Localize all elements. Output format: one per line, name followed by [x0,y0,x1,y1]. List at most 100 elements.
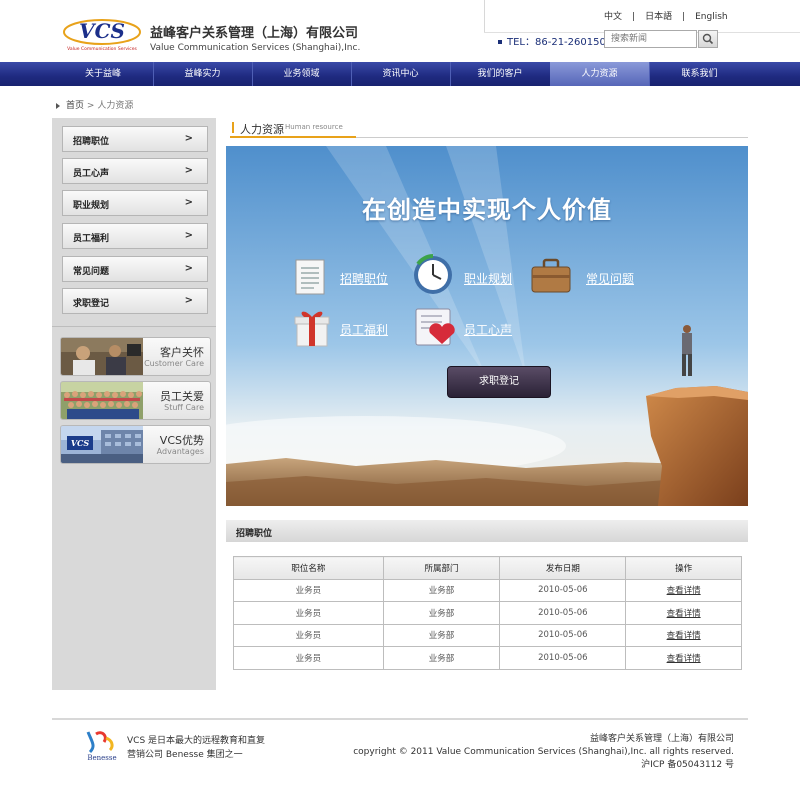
banner-link-benefits[interactable]: 员工福利 [340,321,388,338]
chevron-right-icon: > [184,197,193,208]
company-name-en: Value Communication Services (Shanghai),… [150,43,361,53]
nav-about[interactable]: 关于益峰 [53,62,153,86]
sidebar-item-label: 员工心声 [73,169,110,179]
jobs-table: 职位名称 所属部门 发布日期 操作 业务员 业务部 2010-05-06 查看详… [233,556,742,670]
staff-group-photo [61,382,143,419]
section-title: 人力资源 Human resource [230,118,748,138]
cell-position: 业务员 [233,601,384,625]
banner-link-voice[interactable]: 员工心声 [464,321,512,338]
lang-english[interactable]: English [695,12,728,22]
sidebar: 招聘职位 > 员工心声 > 职业规划 > 员工福利 > 常见问题 > 求职登记 > 客户关怀… [52,118,216,690]
cell-date: 2010-05-06 [499,646,627,670]
company-name-cn: 益峰客户关系管理（上海）有限公司 [150,26,359,41]
card-title: 客户关怀 [160,346,204,359]
vcs-logo[interactable]: VCS Value Communication Services [62,14,142,52]
cell-date: 2010-05-06 [499,578,627,602]
cell-action: 查看详情 [625,646,742,670]
footer-icp[interactable]: 沪ICP 备05043112 号 [353,759,734,772]
sidebar-item-apply[interactable]: 求职登记 > [62,288,208,314]
lang-japanese[interactable]: 日本語 [645,9,672,22]
view-details-link[interactable]: 查看详情 [667,609,701,619]
view-details-link[interactable]: 查看详情 [667,586,701,596]
banner-headline: 在创造中实现个人价值 [362,196,612,224]
card-title: VCS优势 [159,434,204,447]
search-box [604,30,718,48]
footer-copyright-text: copyright © 2011 Value Communication Ser… [353,747,734,757]
telephone-text: TEL：86-21-26015000 [507,37,619,48]
svg-text:VCS: VCS [71,438,90,448]
sidebar-item-faq[interactable]: 常见问题 > [62,256,208,282]
benesse-logo: Benesse [86,731,117,762]
card-title: 员工关爱 [160,390,204,403]
sidebar-item-benefits[interactable]: 员工福利 > [62,223,208,249]
card-vcs-advantages[interactable]: VCS VCS优势 Advantages [60,425,211,464]
cell-action: 查看详情 [625,623,742,647]
jobs-header: 招聘职位 [226,520,748,542]
sidebar-item-career-plan[interactable]: 职业规划 > [62,190,208,216]
footer-about-line2: 营销公司 Benesse 集团之一 [127,750,243,760]
table-row: 业务员 业务部 2010-05-06 查看详情 [233,578,742,602]
cell-action: 查看详情 [625,578,742,602]
banner-link-faq[interactable]: 常见问题 [586,270,634,287]
card-staff-care[interactable]: 员工关爱 Stuff Care [60,381,211,420]
table-row: 业务员 业务部 2010-05-06 查看详情 [233,601,742,625]
language-switcher: 中文 | 日本語 | English [604,9,728,22]
heart-form-icon [415,308,455,346]
cell-department: 业务部 [382,623,501,647]
nav-contact[interactable]: 联系我们 [649,62,750,86]
chevron-right-icon: > [184,133,193,144]
svg-text:Benesse: Benesse [87,754,116,762]
breadcrumb-home[interactable]: 首页 [66,101,84,111]
footer-divider [52,718,748,720]
banner-link-recruitment[interactable]: 招聘职位 [340,270,388,287]
cell-date: 2010-05-06 [499,623,627,647]
sidebar-item-label: 职业规划 [73,201,110,211]
bullet-icon [498,40,502,44]
apply-button[interactable]: 求职登记 [447,366,551,398]
title-underline [230,136,356,138]
section-title-en: Human resource [285,123,343,131]
cell-position: 业务员 [233,578,384,602]
lang-separator: | [682,12,686,22]
sidebar-divider [52,326,216,327]
footer-about: VCS 是日本最大的远程教育和直复 营销公司 Benesse 集团之一 [127,734,265,762]
card-customer-care[interactable]: 客户关怀 Customer Care [60,337,211,376]
sidebar-item-label: 员工福利 [73,234,110,244]
chevron-right-icon: > [184,165,193,176]
sidebar-item-label: 求职登记 [73,299,110,309]
sidebar-item-employee-voice[interactable]: 员工心声 > [62,158,208,184]
breadcrumb-arrow-icon [56,102,60,109]
sidebar-item-recruitment[interactable]: 招聘职位 > [62,126,208,152]
table-row: 业务员 业务部 2010-05-06 查看详情 [233,623,742,647]
main-nav: 关于益峰 益峰实力 业务领域 资讯中心 我们的客户 人力资源 联系我们 [0,62,800,86]
view-details-link[interactable]: 查看详情 [667,654,701,664]
office-building-photo: VCS [61,426,143,463]
sidebar-item-label: 招聘职位 [73,137,110,147]
clock-icon [414,254,452,294]
hr-banner: 在创造中实现个人价值 招聘职位 职业规划 常见问题 员工福利 员工心声 求职登记 [226,146,748,506]
search-input[interactable] [604,30,697,48]
site-header: VCS Value Communication Services 益峰客户关系管… [0,0,800,62]
company-name: 益峰客户关系管理（上海）有限公司 Value Communication Ser… [150,22,360,53]
search-icon [702,33,714,45]
nav-strength[interactable]: 益峰实力 [153,62,252,86]
nav-clients[interactable]: 我们的客户 [450,62,550,86]
footer-copyright: 益峰客户关系管理（上海）有限公司 copyright © 2011 Value … [353,733,734,772]
cell-date: 2010-05-06 [499,601,627,625]
svg-text:VCS: VCS [79,19,125,43]
cell-position: 业务员 [233,623,384,647]
section-title-cn: 人力资源 [240,123,284,136]
breadcrumb: 首页 > 人力资源 [56,98,133,111]
table-row: 业务员 业务部 2010-05-06 查看详情 [233,646,742,670]
lang-chinese[interactable]: 中文 [604,9,622,22]
nav-news[interactable]: 资讯中心 [351,62,450,86]
nav-hr[interactable]: 人力资源 [550,62,649,86]
view-details-link[interactable]: 查看详情 [667,631,701,641]
column-header-department: 所属部门 [382,556,501,580]
nav-business[interactable]: 业务领域 [252,62,351,86]
search-button[interactable] [698,30,718,48]
footer-company: 益峰客户关系管理（上海）有限公司 [589,734,734,744]
breadcrumb-separator: > [86,101,95,111]
header-divider [484,0,485,32]
banner-link-career[interactable]: 职业规划 [464,270,512,287]
